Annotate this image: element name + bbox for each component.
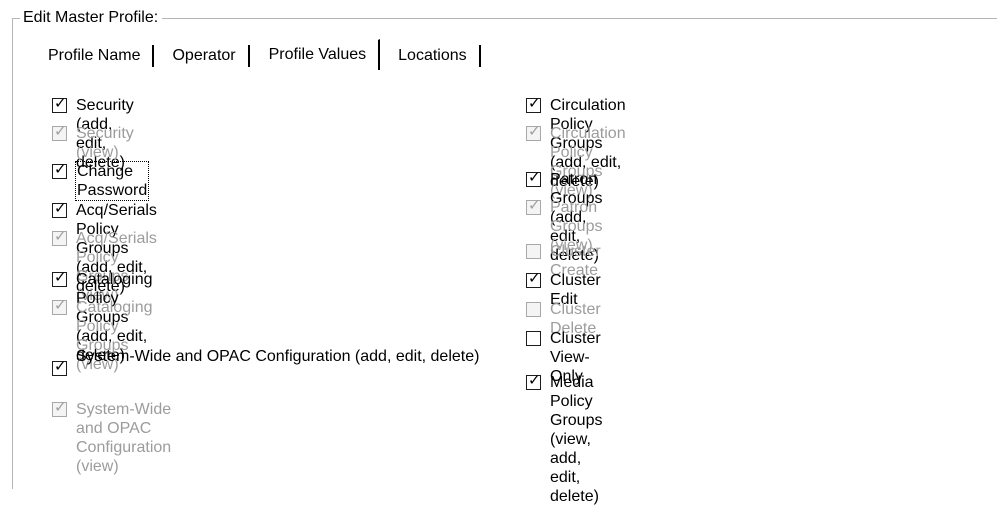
check-icon: ✓ <box>528 196 541 214</box>
checkbox[interactable]: ✓ <box>52 94 67 113</box>
option-label: Media Policy Groups (view, add, edit, de… <box>550 374 603 505</box>
check-icon: ✓ <box>54 268 67 286</box>
checkbox[interactable]: ✓ <box>526 371 541 390</box>
checkbox[interactable]: ✓ <box>526 94 541 113</box>
check-icon: ✓ <box>528 371 541 389</box>
checkbox[interactable]: ✓ <box>52 160 67 179</box>
checkbox: ✓ <box>526 196 541 215</box>
check-icon: ✓ <box>528 122 541 140</box>
tab-operator[interactable]: Operator <box>160 45 250 67</box>
tab-locations[interactable]: Locations <box>386 45 481 67</box>
checkbox <box>526 302 541 317</box>
option-label: System-Wide and OPAC Configuration (view… <box>76 401 172 475</box>
check-icon: ✓ <box>528 269 541 287</box>
checkbox: ✓ <box>52 398 67 417</box>
check-icon: ✓ <box>528 94 541 112</box>
option-system-wide-opac-edit[interactable]: ✓ System-Wide and OPAC Configuration (ad… <box>52 347 486 376</box>
option-security-view: ✓ Security (view) <box>52 122 134 162</box>
tab-profile-name[interactable]: Profile Name <box>36 45 155 67</box>
check-icon: ✓ <box>54 227 67 245</box>
check-icon: ✓ <box>528 168 541 186</box>
checkbox[interactable]: ✓ <box>52 199 67 218</box>
option-label: System-Wide and OPAC Configuration (add,… <box>76 348 480 365</box>
checkbox: ✓ <box>526 122 541 141</box>
groupbox-title: Edit Master Profile: <box>20 9 163 27</box>
checkbox[interactable] <box>526 331 541 346</box>
option-label: Change Password <box>74 161 150 201</box>
option-change-password[interactable]: ✓ Change Password <box>52 160 150 201</box>
check-icon: ✓ <box>54 160 67 178</box>
check-icon: ✓ <box>54 296 67 314</box>
checkbox <box>526 244 541 259</box>
check-icon: ✓ <box>54 94 67 112</box>
checkbox[interactable]: ✓ <box>52 268 67 287</box>
checkbox[interactable]: ✓ <box>52 357 67 376</box>
checkbox: ✓ <box>52 227 67 246</box>
checkbox: ✓ <box>52 122 67 141</box>
check-icon: ✓ <box>54 122 67 140</box>
check-icon: ✓ <box>54 357 67 375</box>
profile-tabs: Profile Name Operator Profile Values Loc… <box>36 38 487 72</box>
checkbox[interactable]: ✓ <box>526 269 541 288</box>
tab-profile-values[interactable]: Profile Values <box>255 38 381 70</box>
check-icon: ✓ <box>54 199 67 217</box>
option-system-wide-opac-view: ✓ System-Wide and OPAC Configuration (vi… <box>52 398 172 476</box>
checkbox: ✓ <box>52 296 67 315</box>
checkbox[interactable]: ✓ <box>526 168 541 187</box>
option-label: Security (view) <box>76 125 134 161</box>
option-media-policy-groups[interactable]: ✓ Media Policy Groups (view, add, edit, … <box>526 371 603 506</box>
check-icon: ✓ <box>54 398 67 416</box>
